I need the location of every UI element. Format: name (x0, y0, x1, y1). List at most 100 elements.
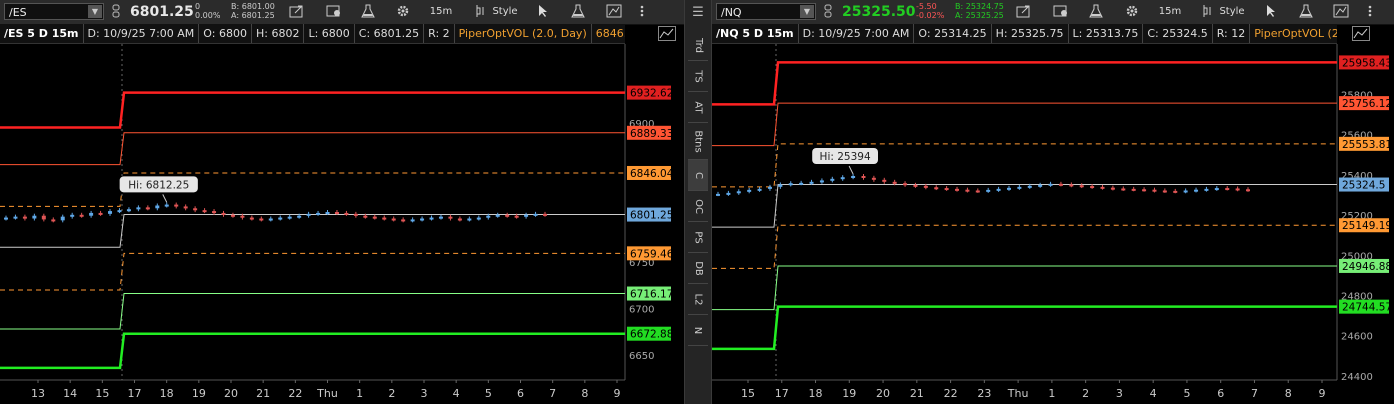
candle-body (830, 178, 835, 181)
candle-body (334, 212, 339, 214)
price-label: 25149.19 (1342, 220, 1392, 232)
symbol-input[interactable]: /NQ ▼ (716, 3, 816, 20)
candle-body (809, 181, 814, 184)
symbol-input[interactable]: /ES ▼ (4, 3, 104, 20)
x-tick-label: 17 (128, 387, 142, 400)
x-tick-label: 17 (775, 387, 789, 400)
style-icon[interactable] (472, 2, 488, 22)
share-icon[interactable] (285, 2, 309, 22)
ask-price: A: 6801.25 (231, 11, 275, 20)
sidebar-tab-ps[interactable]: PS (688, 222, 708, 252)
candle-body (420, 218, 425, 221)
sidebar-tab-label: DB (692, 260, 704, 276)
candle-body (240, 215, 245, 218)
candle-body (486, 215, 491, 218)
price-label: 6672.88 (630, 329, 673, 341)
cursor-icon[interactable] (534, 2, 552, 22)
share-icon[interactable] (1012, 2, 1036, 22)
flask-icon[interactable] (1086, 2, 1106, 22)
price-chart-nq[interactable]: 2580025600254002520025000248002460024400… (712, 44, 1394, 404)
link-icon[interactable] (108, 2, 124, 22)
chevron-down-icon[interactable]: ▼ (88, 5, 102, 18)
study-label[interactable]: PiperOptVOL (2.0, Day) (455, 24, 592, 43)
sidebar-tab-label: PS (692, 230, 704, 244)
more-icon[interactable] (636, 2, 648, 22)
net-change-pct: -0.02% (916, 11, 945, 20)
price-label: 24744.57 (1342, 302, 1392, 314)
cursor-icon[interactable] (1262, 2, 1280, 22)
timeframe-button[interactable]: 15m (427, 2, 455, 22)
right-sidebar: ☰ Trd TS AT Btns C OC PS DB L2 N (684, 0, 712, 404)
candle-body (136, 207, 141, 210)
flask-alt-icon[interactable] (1296, 2, 1316, 22)
candle-body (726, 192, 731, 195)
sidebar-tab-db[interactable]: DB (688, 253, 708, 283)
gear-icon[interactable] (1122, 2, 1142, 22)
menu-icon[interactable]: ☰ (685, 5, 711, 20)
candle-body (913, 184, 918, 187)
sidebar-tab-at[interactable]: AT (688, 92, 708, 122)
change-block: 0 0.00% (195, 2, 220, 20)
chart-settings-icon[interactable] (658, 26, 676, 41)
style-icon[interactable] (1199, 2, 1215, 22)
x-tick-label: Thu (316, 387, 338, 400)
candle-body (268, 218, 273, 221)
candle-body (1090, 186, 1095, 189)
drawing-icon[interactable] (603, 2, 625, 22)
studies-icon[interactable] (1049, 2, 1073, 22)
drawing-icon[interactable] (1330, 2, 1352, 22)
info-bar: /ES 5 D 15m D: 10/9/25 7:00 AM O: 6800 H: 6… (0, 24, 625, 44)
plot-area (0, 44, 625, 380)
candle-body (155, 205, 160, 209)
timeframe-button[interactable]: 15m (1156, 2, 1184, 22)
x-tick-label: 1 (356, 387, 363, 400)
study-label[interactable]: PiperOptVOL (2.0, Day) (1250, 24, 1337, 43)
style-button[interactable]: Style (490, 2, 520, 22)
candle-body (108, 211, 113, 214)
bar-date: D: 10/9/25 7:00 AM (799, 24, 915, 43)
more-icon[interactable] (1364, 2, 1376, 22)
gear-icon[interactable] (393, 2, 413, 22)
candle-body (429, 217, 434, 220)
bar-date: D: 10/9/25 7:00 AM (84, 24, 200, 43)
style-button[interactable]: Style (1217, 2, 1247, 22)
studies-icon[interactable] (322, 2, 346, 22)
candle-body (505, 214, 510, 217)
sidebar-tab-ts[interactable]: TS (688, 61, 708, 91)
candle-body (1038, 184, 1043, 187)
candle-body (767, 186, 772, 189)
candle-body (1017, 186, 1022, 189)
candle-body (79, 214, 84, 217)
sidebar-tab-btns[interactable]: Btns (688, 123, 708, 159)
candle-body (353, 213, 358, 216)
net-change-pct: 0.00% (195, 11, 221, 20)
candle-body (1183, 190, 1188, 193)
sidebar-tab-n[interactable]: N (688, 315, 708, 345)
sidebar-tab-c[interactable]: C (688, 160, 708, 190)
candle-body (457, 218, 462, 221)
sidebar-tab-label: Trd (692, 37, 704, 53)
chevron-down-icon[interactable]: ▼ (800, 5, 814, 18)
candle-body (117, 210, 122, 213)
x-tick-label: 21 (910, 387, 924, 400)
sidebar-tab-oc[interactable]: OC (688, 191, 708, 221)
sidebar-tab-l2[interactable]: L2 (688, 284, 708, 314)
candle-body (840, 177, 845, 180)
x-tick-label: 1 (1048, 387, 1055, 400)
candle-body (401, 219, 406, 222)
price-chart-es[interactable]: 690067506700665013 14 15 17 18 19 20 21 22 Thu 1 2 3… (0, 44, 684, 404)
chart-title: /NQ 5 D 15m (712, 24, 799, 43)
candle-body (747, 189, 752, 192)
candle-body (1225, 188, 1230, 191)
link-icon[interactable] (820, 2, 836, 22)
chart-toolbar: /NQ ▼ 25325.50 -5.50 -0.02% B: 25324.75 … (712, 0, 1394, 25)
price-label: 25958.43 (1342, 57, 1392, 69)
x-tick-label: 2 (1082, 387, 1089, 400)
sidebar-tab-label: TS (692, 69, 704, 83)
candle-body (41, 215, 46, 220)
sidebar-tab-trd[interactable]: Trd (688, 30, 708, 60)
candle-body (892, 181, 897, 184)
flask-icon[interactable] (358, 2, 378, 22)
flask-alt-icon[interactable] (568, 2, 588, 22)
chart-settings-icon[interactable] (1352, 26, 1370, 41)
